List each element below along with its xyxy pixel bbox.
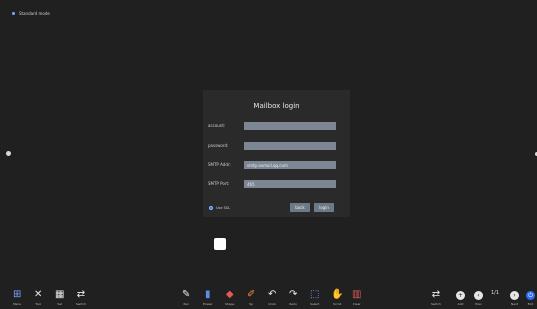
- pen-icon: ✎: [182, 289, 191, 300]
- eraser-icon: ▮: [205, 289, 211, 300]
- use-ssl-option[interactable]: Use SSL: [209, 206, 230, 210]
- brush-icon: ✐: [247, 289, 256, 300]
- password-label: password:: [208, 143, 229, 148]
- select-icon: ⬚: [310, 289, 320, 300]
- sel-button[interactable]: ▦ Sel: [55, 289, 65, 307]
- add-page-button[interactable]: + Add: [456, 291, 465, 306]
- smtp-port-label: SMTP Port:: [208, 181, 230, 186]
- scroll-button[interactable]: ✋ Scroll: [331, 289, 344, 307]
- smtp-addr-input[interactable]: [244, 161, 336, 169]
- exit-button[interactable]: ⏻ Exit: [526, 291, 535, 306]
- switch-left-button[interactable]: ⇄ Switch: [76, 289, 86, 307]
- account-label: account:: [208, 123, 226, 128]
- redo-icon: ↷: [289, 289, 298, 300]
- page-indicator: 1/1: [491, 290, 500, 296]
- back-button[interactable]: back: [290, 203, 310, 212]
- exit-icon: ⏻: [526, 291, 535, 300]
- undo-button[interactable]: ↶ Undo: [268, 289, 277, 307]
- password-input[interactable]: [244, 142, 336, 150]
- smtp-port-input[interactable]: [244, 180, 336, 188]
- ssl-radio[interactable]: [209, 206, 213, 210]
- pen-button[interactable]: ✎ Pen: [182, 289, 191, 307]
- account-input[interactable]: [244, 122, 336, 130]
- tool-button[interactable]: ✕ Tool: [34, 289, 43, 307]
- select-button[interactable]: ⬚ Select: [310, 289, 320, 307]
- next-page-button[interactable]: › Next: [510, 291, 519, 306]
- grid-icon: ⊞: [13, 289, 22, 300]
- whiteboard-canvas[interactable]: Standard mode Mailbox login account: pas…: [0, 0, 537, 309]
- shape-icon: ◆: [225, 289, 234, 300]
- dialog-title: Mailbox login: [253, 102, 300, 110]
- smtp-addr-label: SMTP Addr:: [208, 162, 231, 167]
- ssl-label: Use SSL: [216, 206, 231, 210]
- login-button[interactable]: login: [314, 203, 334, 212]
- brush-button[interactable]: ✐ Sp: [247, 289, 256, 307]
- switch-icon: ⇄: [431, 289, 441, 300]
- select-grid-icon: ▦: [55, 289, 65, 300]
- prev-page-button[interactable]: ‹ Prev: [474, 291, 483, 306]
- chevron-left-icon: ‹: [474, 291, 483, 300]
- mode-label: Standard mode: [19, 11, 50, 16]
- mailbox-login-dialog: Mailbox login account: password: SMTP Ad…: [203, 90, 350, 217]
- undo-icon: ↶: [268, 289, 277, 300]
- floating-widget[interactable]: [214, 238, 226, 250]
- mode-dot-icon: [12, 12, 15, 15]
- chevron-right-icon: ›: [510, 291, 519, 300]
- plus-icon: +: [456, 291, 465, 300]
- menu-button[interactable]: ⊞ Menu: [13, 289, 22, 307]
- bottom-toolbar: ⊞ Menu ✕ Tool ▦ Sel ⇄ Switch ✎ Pen ▮ Era…: [0, 285, 537, 309]
- left-side-handle[interactable]: [6, 151, 11, 156]
- switch-right-button[interactable]: ⇄ Switch: [431, 289, 441, 307]
- clear-button[interactable]: ▥ Clear: [352, 289, 362, 307]
- shape-button[interactable]: ◆ Shape: [225, 289, 234, 307]
- mode-indicator[interactable]: Standard mode: [12, 11, 50, 16]
- switch-icon: ⇄: [76, 289, 86, 300]
- redo-button[interactable]: ↷ Redo: [289, 289, 298, 307]
- tools-icon: ✕: [34, 289, 43, 300]
- hand-icon: ✋: [331, 289, 344, 300]
- eraser-button[interactable]: ▮ Eraser: [203, 289, 213, 307]
- clear-icon: ▥: [352, 289, 362, 300]
